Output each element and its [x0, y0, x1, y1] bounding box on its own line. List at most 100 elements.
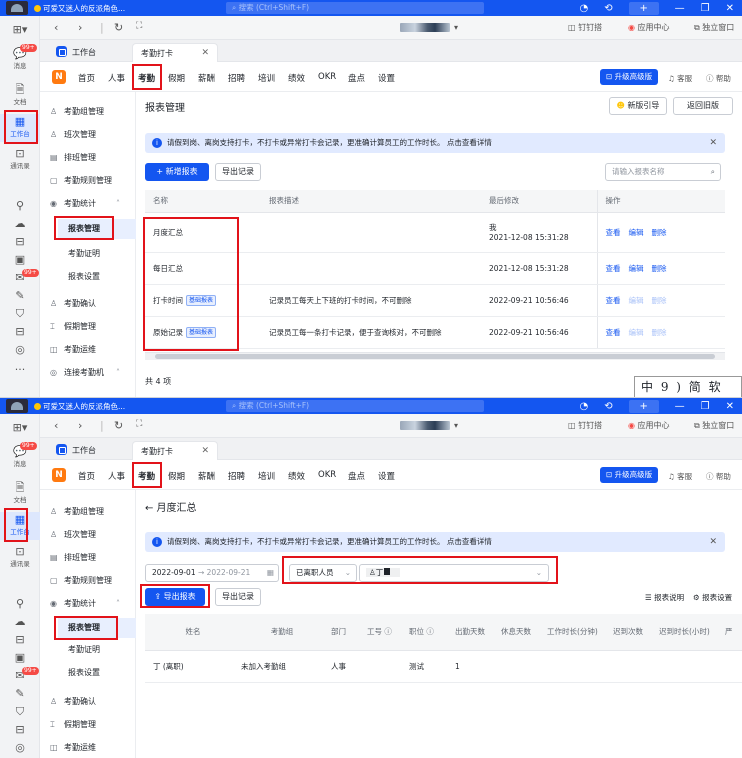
standalone-window-link[interactable]: ⧉ 独立窗口: [694, 22, 734, 33]
history-icon[interactable]: ⟲: [604, 401, 612, 412]
report-search-input[interactable]: 请输入报表名称 ⌕: [605, 163, 721, 181]
add-button[interactable]: +: [628, 399, 659, 413]
new-guide-button[interactable]: ☻ 新版引导: [609, 97, 667, 115]
add-button[interactable]: +: [628, 1, 659, 15]
sidebar-item-report-settings[interactable]: 报表设置: [68, 667, 100, 678]
table-row[interactable]: 原始记录 基础报表 记录员工每一条打卡记录，便于查询核对，不可删除 2022-09…: [145, 316, 725, 349]
menu-hr[interactable]: 人事: [108, 72, 125, 84]
horizontal-scrollbar[interactable]: [145, 352, 725, 360]
activity-icon[interactable]: ◔: [580, 401, 589, 412]
rail-icon-satellite[interactable]: ⚲: [0, 200, 40, 212]
rail-item-workbench[interactable]: ▦ 工作台: [0, 512, 40, 540]
report-name-cell[interactable]: 打卡时间 基础报表: [145, 284, 261, 317]
rail-icon-record[interactable]: ◎: [0, 742, 40, 754]
history-icon[interactable]: ⟲: [604, 3, 612, 14]
rail-item-contacts[interactable]: ⊡ 通讯录: [0, 546, 40, 569]
delete-link[interactable]: 删除: [652, 264, 667, 273]
menu-okr[interactable]: OKR: [318, 470, 336, 480]
menu-performance[interactable]: 绩效: [288, 470, 305, 482]
menu-performance[interactable]: 绩效: [288, 72, 305, 84]
add-report-button[interactable]: + 新增报表: [145, 163, 209, 181]
service-link[interactable]: ♫ 客服: [668, 73, 692, 84]
view-link[interactable]: 查看: [606, 228, 621, 237]
rail-more[interactable]: ···: [0, 364, 40, 376]
rail-item-messages[interactable]: 💬 消息 99+: [0, 44, 40, 70]
notice-text[interactable]: 请假到岗、离岗支持打卡，不打卡或异常打卡会记录，更准确计算员工的工作时长。 点击…: [167, 537, 492, 546]
sidebar-item-ops[interactable]: ◫ 考勤运维: [50, 742, 96, 753]
global-search-input[interactable]: ⌕ 搜索 (Ctrl+Shift+F): [226, 2, 484, 14]
person-select[interactable]: ♙丁 ⌄: [359, 564, 549, 582]
dingding-link[interactable]: ◫ 钉钉搭: [568, 22, 602, 33]
rail-icon-pin[interactable]: ✎: [0, 688, 40, 700]
restore-icon[interactable]: ❐: [701, 401, 710, 412]
export-report-button[interactable]: ⇪ 导出报表: [145, 588, 205, 606]
date-range-picker[interactable]: 2022-09-01 → 2022-09-21 ▦: [145, 564, 279, 582]
help-link[interactable]: ⓘ 帮助: [706, 73, 731, 84]
report-settings-link[interactable]: ⚙ 报表设置: [693, 592, 732, 603]
rail-icon-pin[interactable]: ✎: [0, 290, 40, 302]
rail-item-workbench[interactable]: ▦ 工作台: [0, 114, 40, 142]
rail-icon-mail[interactable]: ✉ 99+: [0, 667, 40, 682]
menu-inventory[interactable]: 盘点: [348, 72, 365, 84]
edit-link[interactable]: 编辑: [629, 264, 644, 273]
sidebar-item-confirm[interactable]: ♙ 考勤确认: [50, 696, 96, 707]
close-notice-icon[interactable]: ✕: [709, 133, 717, 153]
sidebar-item-report-settings[interactable]: 报表设置: [68, 271, 100, 282]
scrollbar-thumb[interactable]: [155, 354, 715, 359]
menu-payroll[interactable]: 薪酬: [198, 72, 215, 84]
rail-icon-mail[interactable]: ✉ 99+: [0, 269, 40, 284]
rail-icon-shirt[interactable]: ⛉: [0, 706, 40, 718]
menu-settings[interactable]: 设置: [378, 470, 395, 482]
back-icon[interactable]: ‹: [54, 21, 58, 34]
rail-icon-satellite[interactable]: ⚲: [0, 598, 40, 610]
sidebar-item-report-mgmt[interactable]: 报表管理: [58, 618, 136, 638]
sidebar-item-stats[interactable]: ◉ 考勤统计 ˄: [50, 198, 120, 209]
app-center-link[interactable]: ◉ 应用中心: [628, 22, 670, 33]
sidebar-item-proof[interactable]: 考勤证明: [68, 644, 100, 655]
employee-status-select[interactable]: 已离职人员 ⌄: [289, 564, 357, 582]
rail-icon-inbox[interactable]: ⊟: [0, 326, 40, 338]
status-text[interactable]: 可爱又迷人的反派角色...: [34, 401, 125, 412]
sidebar-item-connect-machine[interactable]: ◎ 连接考勤机 ˄: [50, 367, 120, 378]
menu-recruit[interactable]: 招聘: [228, 470, 245, 482]
rail-avatar[interactable]: ⊞▾: [0, 422, 40, 434]
sidebar-item-schedule-mgmt[interactable]: ▤ 排班管理: [50, 152, 96, 163]
app-center-link[interactable]: ◉ 应用中心: [628, 420, 670, 431]
export-log-button[interactable]: 导出记录: [215, 588, 261, 606]
sidebar-item-ops[interactable]: ◫ 考勤运维: [50, 344, 96, 355]
rail-icon-calendar[interactable]: ▣: [0, 254, 40, 266]
report-name[interactable]: 月度汇总: [145, 212, 261, 253]
report-name[interactable]: 每日汇总: [145, 252, 261, 285]
global-search-input[interactable]: ⌕ 搜索 (Ctrl+Shift+F): [226, 400, 484, 412]
tab-attendance[interactable]: 考勤打卡 ✕: [132, 43, 218, 62]
rail-icon-inbox[interactable]: ⊟: [0, 724, 40, 736]
back-to-list-title[interactable]: ← 月度汇总: [145, 499, 197, 514]
rail-icon-calendar[interactable]: ▣: [0, 652, 40, 664]
table-row[interactable]: 月度汇总 我 2021-12-08 15:31:28 查看 编辑 删除: [145, 212, 725, 253]
sidebar-item-shift-mgmt[interactable]: ♙ 班次管理: [50, 129, 96, 140]
sidebar-item-leave-mgmt[interactable]: ⌶ 假期管理: [50, 321, 96, 332]
menu-inventory[interactable]: 盘点: [348, 470, 365, 482]
standalone-window-link[interactable]: ⧉ 独立窗口: [694, 420, 734, 431]
sidebar-item-proof[interactable]: 考勤证明: [68, 248, 100, 259]
rail-item-messages[interactable]: 💬 消息 99+: [0, 442, 40, 468]
forward-icon[interactable]: ›: [78, 21, 82, 34]
rail-item-contacts[interactable]: ⊡ 通讯录: [0, 148, 40, 171]
tab-attendance[interactable]: 考勤打卡 ✕: [132, 441, 218, 460]
user-avatar[interactable]: [6, 1, 28, 15]
status-text[interactable]: 可爱又迷人的反派角色...: [34, 3, 125, 14]
user-avatar[interactable]: [6, 399, 28, 413]
minimize-icon[interactable]: —: [675, 401, 685, 412]
tab-workbench[interactable]: 工作台: [48, 43, 128, 62]
report-name-cell[interactable]: 原始记录 基础报表: [145, 316, 261, 349]
close-tab-icon[interactable]: ✕: [201, 442, 209, 461]
person-chip[interactable]: ♙丁: [366, 568, 401, 577]
sidebar-item-group-mgmt[interactable]: ♙ 考勤组管理: [50, 106, 104, 117]
export-log-button[interactable]: 导出记录: [215, 163, 261, 181]
menu-home[interactable]: 首页: [78, 72, 95, 84]
menu-leave[interactable]: 假期: [168, 72, 185, 84]
chevron-down-icon[interactable]: ▾: [454, 421, 458, 430]
menu-home[interactable]: 首页: [78, 470, 95, 482]
report-desc-link[interactable]: ☰ 报表说明: [645, 592, 684, 603]
back-to-old-button[interactable]: 返回旧版: [673, 97, 733, 115]
